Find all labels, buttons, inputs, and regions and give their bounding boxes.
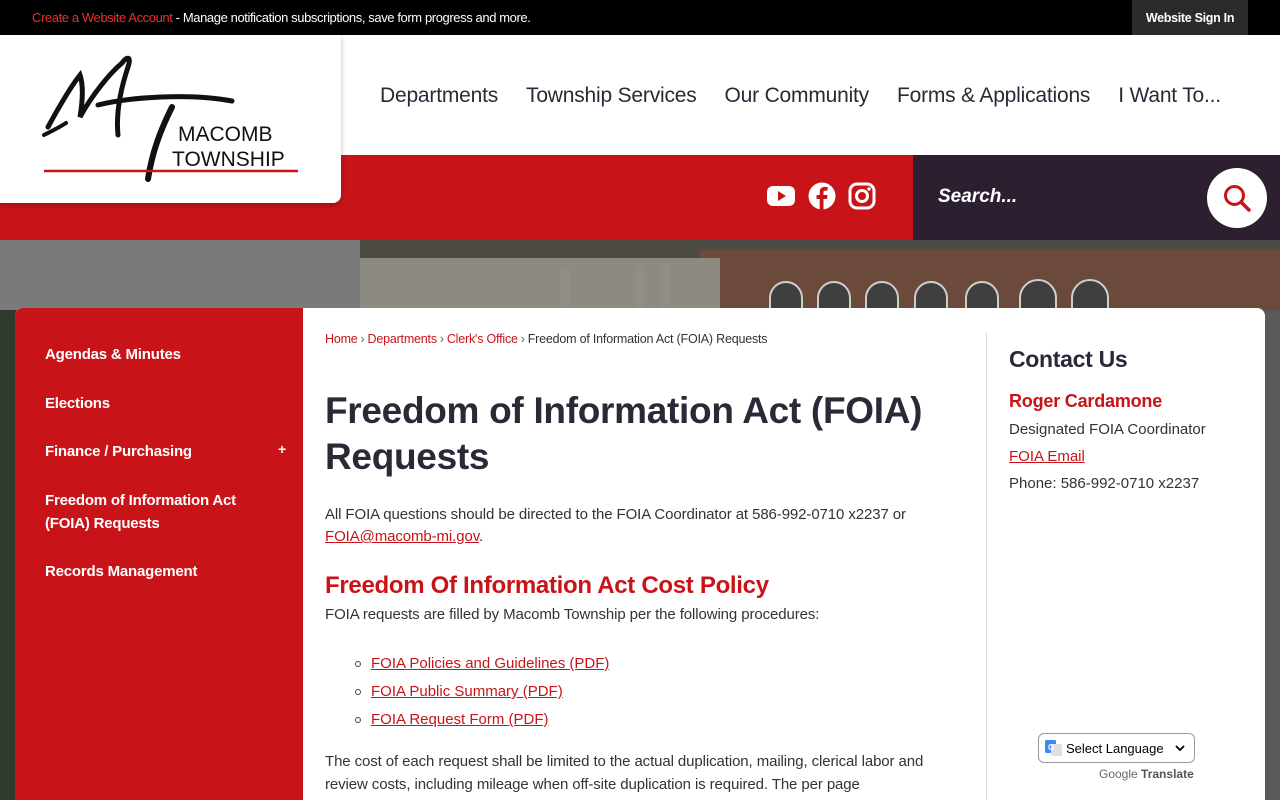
foia-request-form-link[interactable]: FOIA Request Form (PDF): [371, 706, 549, 734]
main-container: Agendas & Minutes Elections Finance / Pu…: [15, 308, 1265, 800]
page-title: Freedom of Information Act (FOIA) Reques…: [325, 390, 923, 477]
breadcrumb-home[interactable]: Home: [325, 332, 358, 346]
powered-by-google: Google Translate: [1099, 767, 1194, 781]
foia-public-summary-link[interactable]: FOIA Public Summary (PDF): [371, 678, 563, 706]
translate-label[interactable]: Translate: [1141, 767, 1194, 781]
cost-paragraph: The cost of each request shall be limite…: [325, 753, 924, 793]
side-nav: Agendas & Minutes Elections Finance / Pu…: [15, 308, 303, 800]
intro-text: All FOIA questions should be directed to…: [325, 506, 906, 523]
instagram-icon[interactable]: [847, 181, 877, 211]
search-button[interactable]: [1207, 168, 1267, 228]
logo-text-macomb: MACOMB: [178, 123, 273, 146]
contact-title: Contact Us: [1009, 346, 1128, 372]
list-item: FOIA Public Summary (PDF): [355, 678, 609, 706]
bullet-icon: [355, 689, 361, 695]
bullet-icon: [355, 717, 361, 723]
language-select-label: Select Language: [1066, 740, 1164, 756]
breadcrumb-clerks-office[interactable]: Clerk's Office: [447, 332, 518, 346]
account-notice-text: - Manage notification subscriptions, sav…: [172, 10, 531, 25]
google-label: Google: [1099, 767, 1138, 781]
bullet-icon: [355, 661, 361, 667]
sidenav-item-finance-purchasing[interactable]: Finance / Purchasing: [45, 440, 192, 463]
logo-text-township: TOWNSHIP: [172, 148, 285, 171]
nav-our-community[interactable]: Our Community: [725, 84, 870, 108]
list-item: FOIA Policies and Guidelines (PDF): [355, 650, 609, 678]
language-select[interactable]: G Select Language: [1038, 733, 1195, 763]
breadcrumb-separator: ›: [520, 332, 525, 346]
contact-name: Roger Cardamone: [1009, 391, 1163, 411]
main-nav: Departments Township Services Our Commun…: [380, 84, 1221, 108]
breadcrumb-current: Freedom of Information Act (FOIA) Reques…: [527, 332, 768, 346]
foia-policies-link[interactable]: FOIA Policies and Guidelines (PDF): [371, 650, 609, 678]
search-input[interactable]: [938, 182, 1188, 212]
intro-paragraph: All FOIA questions should be directed to…: [325, 504, 955, 548]
logo-card[interactable]: MACOMB TOWNSHIP: [0, 35, 341, 203]
create-account-link[interactable]: Create a Website Account: [32, 10, 173, 25]
nav-township-services[interactable]: Township Services: [526, 84, 697, 108]
document-list: FOIA Policies and Guidelines (PDF) FOIA …: [355, 650, 609, 734]
expand-icon[interactable]: +: [278, 441, 286, 457]
nav-departments[interactable]: Departments: [380, 84, 498, 108]
breadcrumb-separator: ›: [439, 332, 444, 346]
sidenav-item-foia-requests[interactable]: Freedom of Information Act (FOIA) Reques…: [45, 489, 265, 535]
contact-role: Designated FOIA Coordinator: [1009, 421, 1206, 438]
breadcrumb-departments[interactable]: Departments: [368, 332, 438, 346]
facebook-icon[interactable]: [807, 181, 837, 211]
website-sign-in-button[interactable]: Website Sign In: [1132, 0, 1248, 35]
svg-text:G: G: [1048, 743, 1054, 752]
cost-policy-heading: Freedom Of Information Act Cost Policy: [325, 572, 769, 599]
chevron-down-icon: [1175, 745, 1185, 752]
procedures-text: FOIA requests are filled by Macomb Towns…: [325, 606, 820, 623]
list-item: FOIA Request Form (PDF): [355, 706, 609, 734]
breadcrumb-separator: ›: [360, 332, 365, 346]
contact-email-link[interactable]: FOIA Email: [1009, 448, 1085, 465]
nav-forms-applications[interactable]: Forms & Applications: [897, 84, 1090, 108]
contact-phone: Phone: 586-992-0710 x2237: [1009, 475, 1200, 492]
nav-i-want-to[interactable]: I Want To...: [1118, 84, 1221, 108]
macomb-township-logo[interactable]: MACOMB TOWNSHIP: [0, 35, 341, 203]
intro-end: .: [479, 528, 484, 545]
top-bar: Create a Website Account - Manage notifi…: [0, 0, 1280, 35]
search-icon: [1224, 185, 1251, 212]
account-notice: Create a Website Account - Manage notifi…: [32, 10, 531, 25]
sidenav-item-elections[interactable]: Elections: [45, 392, 110, 415]
breadcrumb: Home › Departments › Clerk's Office › Freedom …: [325, 332, 768, 346]
foia-email-link[interactable]: FOIA@macomb-mi.gov: [325, 528, 479, 545]
google-translate-icon: G: [1045, 740, 1062, 756]
column-divider: [986, 332, 987, 800]
sidenav-item-records-management[interactable]: Records Management: [45, 560, 197, 583]
sidenav-item-agendas-minutes[interactable]: Agendas & Minutes: [45, 343, 181, 366]
youtube-icon[interactable]: [766, 181, 796, 211]
